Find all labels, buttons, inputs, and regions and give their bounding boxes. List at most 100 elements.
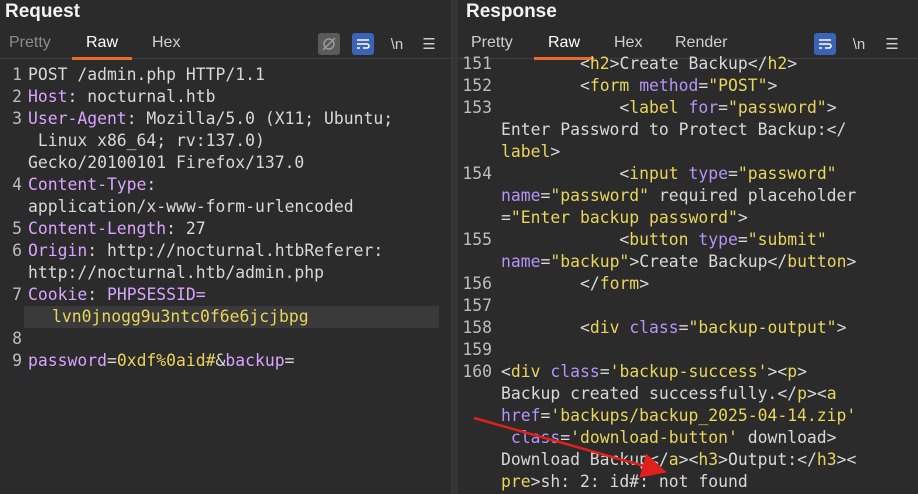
line-number: 6 <box>12 241 22 260</box>
line-number: 8 <box>12 329 22 348</box>
response-line: 160 <div class='backup-success'><p> <box>458 361 918 383</box>
response-line-text: <h2>Create Backup</h2> <box>579 54 798 73</box>
response-pane: Response Pretty Raw Hex Render \n ☰ 151 … <box>458 0 918 494</box>
line-number: 156 <box>462 274 492 293</box>
response-title: Response <box>466 1 557 22</box>
line-number: 151 <box>462 54 492 73</box>
line-number: 157 <box>462 296 492 315</box>
response-line: 157 <box>458 295 918 317</box>
response-line: ="Enter backup password"> <box>458 207 918 229</box>
request-line-text: lvn0jnogg9u3ntc0f6e6jcjbpg <box>52 307 309 326</box>
response-line: class='download-button' download> <box>458 427 918 449</box>
line-number: 9 <box>12 351 22 370</box>
request-line: 5 Content-Length: 27 <box>0 218 451 240</box>
request-line-text: Origin: http://nocturnal.htbReferer: <box>28 241 384 260</box>
request-line-continuation: lvn0jnogg9u3ntc0f6e6jcjbpg <box>24 306 439 328</box>
response-line: 152 <form method="POST"> <box>458 75 918 97</box>
line-number: 1 <box>12 65 22 84</box>
request-line-continuation: http://nocturnal.htb/admin.php <box>0 262 451 284</box>
response-line-text: pre>sh: 2: id#: not found <box>501 472 748 491</box>
response-line-text: Download Backup</a><h3>Output:</h3>< <box>501 450 857 469</box>
response-line-text: <button type="submit" <box>619 230 827 249</box>
response-line-text: name="password" required placeholder <box>501 186 857 205</box>
tab-hex[interactable]: Hex <box>152 34 180 59</box>
response-line-text: <label for="password"> <box>619 98 837 117</box>
request-line-text: application/x-www-form-urlencoded <box>28 197 354 216</box>
response-line-text: <div class="backup-output"> <box>579 318 847 337</box>
response-line-text: Backup created successfully.</p><a <box>501 384 837 403</box>
response-line-text: label> <box>501 142 561 161</box>
line-number: 159 <box>462 340 492 359</box>
response-line-text: Enter Password to Protect Backup:</ <box>501 120 847 139</box>
request-line-text: Cookie: PHPSESSID= <box>28 285 206 304</box>
request-pane: Request Pretty Raw Hex \n ☰ 1 POST /admin… <box>0 0 452 494</box>
line-number: 160 <box>462 362 492 381</box>
response-line: name="password" required placeholder <box>458 185 918 207</box>
line-number: 155 <box>462 230 492 249</box>
request-line: 6 Origin: http://nocturnal.htbReferer: <box>0 240 451 262</box>
line-number: 3 <box>12 109 22 128</box>
response-line: Download Backup</a><h3>Output:</h3>< <box>458 449 918 471</box>
request-line-continuation: Gecko/20100101 Firefox/137.0 <box>0 152 451 174</box>
request-line: 4 Content-Type: <box>0 174 451 196</box>
request-line-continuation: application/x-www-form-urlencoded <box>0 196 451 218</box>
hamburger-icon[interactable]: ☰ <box>881 33 903 55</box>
response-line: Enter Password to Protect Backup:</ <box>458 119 918 141</box>
response-line: 159 <box>458 339 918 361</box>
line-number: 152 <box>462 76 492 95</box>
response-line-text: </form> <box>579 274 650 293</box>
request-line: 2 Host: nocturnal.htb <box>0 86 451 108</box>
response-line: label> <box>458 141 918 163</box>
request-title: Request <box>5 1 80 22</box>
response-line-text: class='download-button' download> <box>510 428 837 447</box>
response-line-text: <form method="POST"> <box>579 76 778 95</box>
request-line-text: Linux x86_64; rv:137.0) <box>28 131 265 150</box>
request-line-continuation: Linux x86_64; rv:137.0) <box>0 130 451 152</box>
response-line: 156 </form> <box>458 273 918 295</box>
line-number: 7 <box>12 285 22 304</box>
request-line-text: User-Agent: Mozilla/5.0 (X11; Ubuntu; <box>28 109 394 128</box>
response-line: 158 <div class="backup-output"> <box>458 317 918 339</box>
request-line-text: Content-Length: 27 <box>28 219 206 238</box>
tab-pretty[interactable]: Pretty <box>9 34 51 59</box>
response-line: pre>sh: 2: id#: not found <box>458 471 918 493</box>
request-line-text: POST /admin.php HTTP/1.1 <box>28 65 265 84</box>
request-editor[interactable]: 1 POST /admin.php HTTP/1.1 2 Host: nocturna… <box>0 60 451 494</box>
request-line: 3 User-Agent: Mozilla/5.0 (X11; Ubuntu; <box>0 108 451 130</box>
line-number: 2 <box>12 87 22 106</box>
response-line: 155 <button type="submit" <box>458 229 918 251</box>
line-number: 154 <box>462 164 492 183</box>
response-line: 154 <input type="password" <box>458 163 918 185</box>
request-line: 1 POST /admin.php HTTP/1.1 <box>0 64 451 86</box>
request-line: 9 password=0xdf%0aid#&backup= <box>0 350 451 372</box>
request-line: 7 Cookie: PHPSESSID= <box>0 284 451 306</box>
line-number: 158 <box>462 318 492 337</box>
response-line: name="backup">Create Backup</button> <box>458 251 918 273</box>
response-line: 151 <h2>Create Backup</h2> <box>458 53 918 75</box>
request-line-text: Content-Type: <box>28 175 157 194</box>
request-line-text: Gecko/20100101 Firefox/137.0 <box>28 153 305 172</box>
response-line: href='backups/backup_2025-04-14.zip' <box>458 405 918 427</box>
response-line: 153 <label for="password"> <box>458 97 918 119</box>
response-line: Backup created successfully.</p><a <box>458 383 918 405</box>
request-line: 8 <box>0 328 451 350</box>
newline-toggle-button[interactable]: \n <box>848 33 870 55</box>
request-line-text: password=0xdf%0aid#&backup= <box>28 351 295 370</box>
eye-slash-icon[interactable] <box>318 33 340 55</box>
request-line-text: http://nocturnal.htb/admin.php <box>28 263 325 282</box>
wrap-icon[interactable] <box>814 33 836 55</box>
tab-raw[interactable]: Raw <box>71 34 133 60</box>
newline-toggle-button[interactable]: \n <box>386 33 408 55</box>
hamburger-icon[interactable]: ☰ <box>418 33 440 55</box>
line-number: 153 <box>462 98 492 117</box>
line-number: 5 <box>12 219 22 238</box>
response-line-text: ="Enter backup password"> <box>501 208 748 227</box>
response-line-text: href='backups/backup_2025-04-14.zip' <box>501 406 857 425</box>
response-line-text: <input type="password" <box>619 164 837 183</box>
response-line-text: name="backup">Create Backup</button> <box>501 252 857 271</box>
line-number: 4 <box>12 175 22 194</box>
wrap-icon[interactable] <box>352 33 374 55</box>
response-editor[interactable]: 151 <h2>Create Backup</h2> 152 <form meth… <box>458 54 918 494</box>
request-tabs: Pretty Raw Hex \n ☰ <box>0 30 451 60</box>
response-line-text: <div class='backup-success'><p> <box>501 362 807 381</box>
